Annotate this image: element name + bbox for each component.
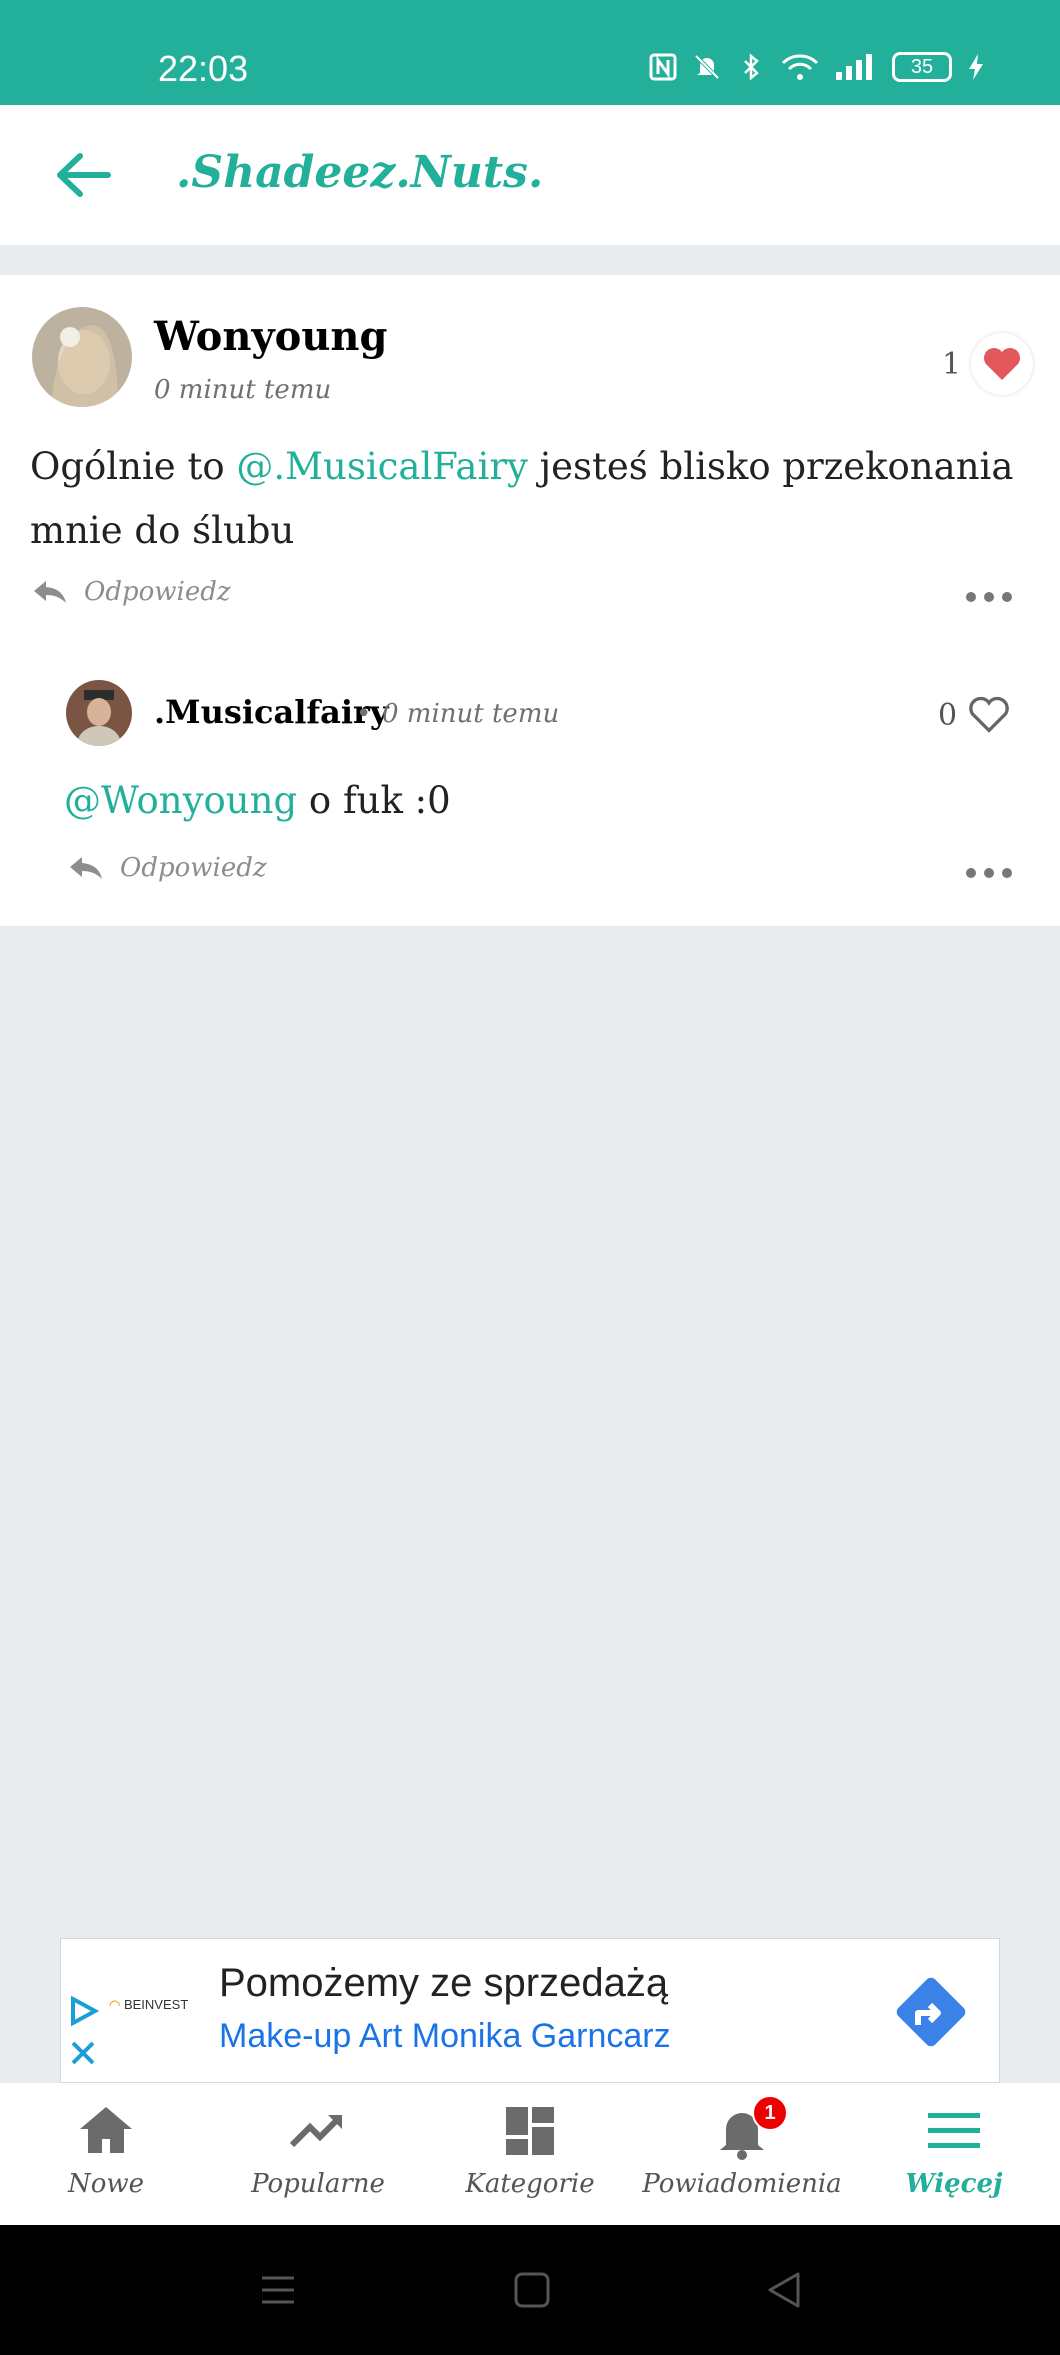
ad-subline: Make-up Art Monika Garncarz (219, 2017, 671, 2055)
trending-icon (289, 2114, 343, 2148)
page-title: .Shadeez.Nuts. (176, 147, 544, 198)
app-bar: .Shadeez.Nuts. (0, 105, 1060, 245)
reply-text: o fuk :0 (297, 779, 451, 822)
reply-icon (70, 857, 102, 879)
nav-item-wiecej[interactable]: Więcej (848, 2083, 1060, 2225)
reply-time-separator: • (356, 699, 372, 729)
comment-text: Ogólnie to (30, 445, 237, 488)
bluetooth-icon (744, 53, 759, 81)
more-options-icon[interactable] (966, 592, 1012, 602)
like-button[interactable]: 1 (942, 333, 1034, 395)
like-count: 1 (942, 346, 962, 382)
wifi-icon (781, 54, 819, 80)
reply-body: @Wonyoung o fuk :0 (64, 775, 451, 827)
nav-label: Nowe (67, 2169, 145, 2199)
status-icons: 35 (648, 52, 986, 82)
notification-badge: 1 (752, 2095, 788, 2131)
nav-item-nowe[interactable]: Nowe (0, 2083, 212, 2225)
dashboard-icon (506, 2107, 554, 2155)
reply-reply-button[interactable]: Odpowiedz (68, 853, 267, 883)
comment-author[interactable]: Wonyoung (154, 313, 387, 360)
battery-icon: 35 (892, 52, 952, 82)
close-ad-icon[interactable] (69, 2039, 97, 2067)
signal-icon (836, 54, 872, 80)
adchoices-icon[interactable] (67, 1995, 99, 2027)
reply-like-button[interactable]: 0 (938, 695, 1011, 735)
avatar[interactable] (32, 307, 132, 407)
ad-brand-logo: ◠ BEINVEST (109, 1997, 189, 2012)
ad-headline: Pomożemy ze sprzedażą (219, 1961, 669, 2005)
nav-label: Więcej (905, 2169, 1003, 2199)
nfc-icon (649, 53, 677, 81)
reply-time: 0 minut temu (382, 699, 560, 729)
heart-filled-icon (971, 333, 1034, 395)
charging-icon (969, 54, 983, 80)
system-navigation-bar (0, 2225, 1060, 2355)
ad-banner[interactable]: ◠ BEINVEST Pomożemy ze sprzedażą Make-up… (60, 1938, 1000, 2083)
nav-item-powiadomienia[interactable]: 1 Powiadomienia (636, 2083, 848, 2225)
mention-link[interactable]: @.MusicalFairy (236, 445, 528, 488)
status-time: 22:03 (158, 48, 249, 89)
reply-more-options-icon[interactable] (966, 868, 1012, 878)
status-bar: 22:03 35 (0, 0, 1060, 105)
home-icon (80, 2107, 132, 2153)
bottom-navigation: Nowe Popularne Kategorie 1 Powiadomienia… (0, 2083, 1060, 2225)
nav-label: Powiadomienia (642, 2169, 842, 2199)
reply-mention-link[interactable]: @Wonyoung (64, 779, 297, 822)
home-button-icon[interactable] (512, 2270, 552, 2310)
nav-label: Kategorie (465, 2169, 595, 2199)
nav-label: Popularne (251, 2169, 385, 2199)
nav-item-popularne[interactable]: Popularne (212, 2083, 424, 2225)
reply-button[interactable]: Odpowiedz (32, 577, 231, 607)
reply-reply-label: Odpowiedz (120, 853, 267, 883)
comment-body: Ogólnie to @.MusicalFairy jesteś blisko … (30, 435, 1020, 563)
ad-brand: BEINVEST (123, 1997, 189, 2012)
reply-icon (34, 581, 66, 603)
back-arrow-icon[interactable] (50, 150, 116, 200)
reply-avatar[interactable] (66, 680, 132, 746)
comment-thread: Wonyoung 0 minut temu 1 Ogólnie to @.Mus… (0, 275, 1060, 926)
bell-off-icon (694, 54, 720, 80)
nav-item-kategorie[interactable]: Kategorie (424, 2083, 636, 2225)
comment-time: 0 minut temu (154, 375, 332, 405)
reply-author[interactable]: .Musicalfairy (154, 693, 388, 731)
heart-outline-icon (969, 696, 1009, 733)
directions-icon[interactable] (888, 1969, 974, 2055)
reply-like-count: 0 (938, 697, 958, 733)
back-button-icon[interactable] (764, 2270, 804, 2310)
recents-icon[interactable] (258, 2270, 298, 2310)
reply-label: Odpowiedz (84, 577, 231, 607)
menu-icon (928, 2113, 980, 2148)
